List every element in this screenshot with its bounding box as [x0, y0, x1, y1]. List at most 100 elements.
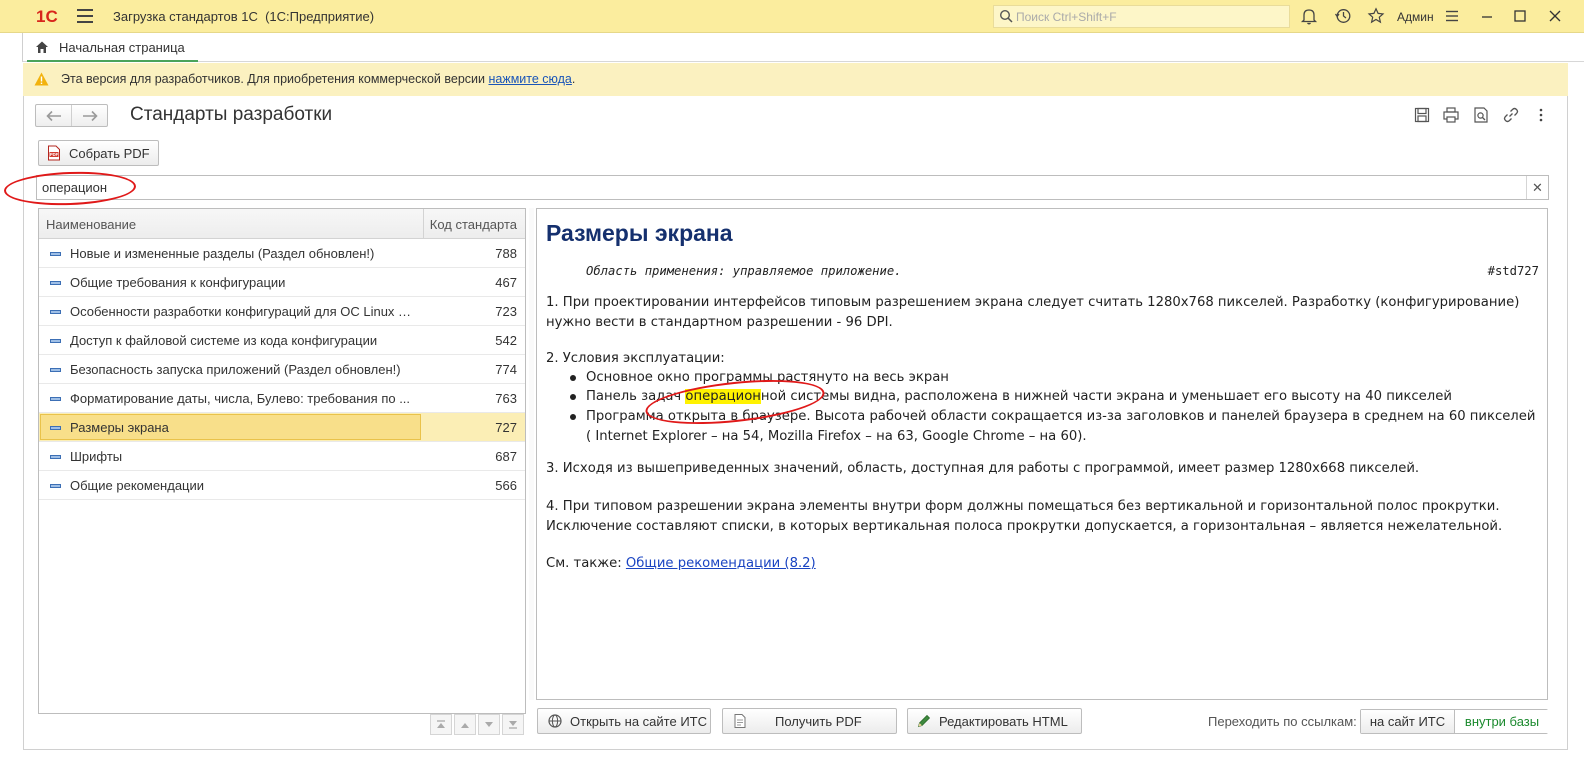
- scroll-top-icon[interactable]: [430, 714, 452, 735]
- arrow-right-icon: [83, 110, 98, 121]
- item-icon: [50, 484, 61, 488]
- list-row[interactable]: Форматирование даты, числа, Булево: треб…: [39, 384, 525, 413]
- row-code: 727: [495, 420, 517, 435]
- nav-buttons: [35, 104, 108, 127]
- column-name-header[interactable]: Наименование: [46, 217, 136, 232]
- back-button[interactable]: [36, 105, 72, 126]
- filter-input[interactable]: [42, 179, 1512, 196]
- warning-icon: [34, 72, 49, 86]
- tab-home[interactable]: Начальная страница: [27, 33, 198, 62]
- banner-text: Эта версия для разработчиков. Для приобр…: [61, 72, 575, 86]
- pdf-icon: PDF: [48, 145, 60, 161]
- row-code: 467: [495, 275, 517, 290]
- scroll-up-icon[interactable]: [454, 714, 476, 735]
- developer-version-banner: Эта версия для разработчиков. Для приобр…: [23, 63, 1568, 96]
- bullet-2-end: ной системы видна, расположена в нижней …: [760, 389, 1452, 404]
- see-also: См. также: Общие рекомендации (8.2): [546, 554, 1541, 574]
- list-row[interactable]: Новые и измененные разделы (Раздел обнов…: [39, 239, 525, 268]
- row-name: Общие рекомендации: [70, 478, 205, 493]
- edit-html-button[interactable]: Редактировать HTML: [907, 708, 1082, 734]
- list-row[interactable]: Шрифты 687: [39, 442, 525, 471]
- banner-message: Эта версия для разработчиков. Для приобр…: [61, 72, 489, 86]
- link-mode-switch: на сайт ИТС внутри базы: [1360, 709, 1548, 734]
- scroll-bottom-icon[interactable]: [502, 714, 524, 735]
- document-icon: [734, 714, 746, 728]
- paragraph-2: 2. Условия эксплуатации:: [546, 351, 725, 366]
- global-search-input[interactable]: [1016, 8, 1281, 25]
- row-code: 723: [495, 304, 517, 319]
- list-row[interactable]: Общие рекомендации 566: [39, 471, 525, 500]
- filter-field[interactable]: ✕: [36, 175, 1549, 200]
- pencil-icon: [917, 714, 931, 728]
- link-icon[interactable]: [1502, 106, 1520, 124]
- paragraph-1: 1. При проектировании интерфейсов типовы…: [546, 295, 1520, 330]
- list-row[interactable]: Общие требования к конфигурации 467: [39, 268, 525, 297]
- document-title: Размеры экрана: [546, 220, 733, 246]
- list-row-selected[interactable]: Размеры экрана 727: [39, 413, 525, 442]
- paragraph-3: 3. Исходя из вышеприведенных значений, о…: [546, 461, 1420, 476]
- minimize-icon[interactable]: [1478, 7, 1496, 25]
- bell-icon[interactable]: [1300, 7, 1318, 25]
- row-name: Шрифты: [70, 449, 123, 464]
- column-code-header[interactable]: Код стандарта: [430, 217, 517, 232]
- open-its-label: Открыть на сайте ИТС: [570, 713, 708, 729]
- get-pdf-button[interactable]: Получить PDF: [722, 708, 897, 734]
- collect-pdf-label: Собрать PDF: [69, 145, 150, 161]
- left-panel-strip: [0, 33, 22, 759]
- see-also-link[interactable]: Общие рекомендации (8.2): [626, 556, 816, 571]
- item-icon: [50, 281, 61, 285]
- maximize-icon[interactable]: [1511, 7, 1529, 25]
- print-icon[interactable]: [1442, 106, 1460, 124]
- goto-its-site-option[interactable]: на сайт ИТС: [1361, 710, 1455, 733]
- user-name[interactable]: Админ: [1397, 10, 1434, 24]
- global-search[interactable]: [993, 5, 1290, 28]
- logo-1c-icon: 1С: [36, 7, 58, 25]
- main-menu-icon[interactable]: [77, 9, 93, 23]
- goto-inside-base-option[interactable]: внутри базы: [1456, 710, 1548, 733]
- save-icon[interactable]: [1413, 106, 1431, 124]
- goto-links-label: Переходить по ссылкам:: [1208, 714, 1357, 729]
- list-row[interactable]: Безопасность запуска приложений (Раздел …: [39, 355, 525, 384]
- edit-html-label: Редактировать HTML: [939, 713, 1068, 729]
- arrow-left-icon: [45, 110, 61, 121]
- open-its-button[interactable]: Открыть на сайте ИТС: [537, 708, 711, 734]
- panel-splitter[interactable]: [529, 208, 534, 700]
- standards-list[interactable]: Наименование Код стандарта Новые и измен…: [38, 208, 526, 714]
- settings-menu-icon[interactable]: [1443, 7, 1461, 25]
- row-code: 566: [495, 478, 517, 493]
- buy-link[interactable]: нажмите сюда: [488, 72, 571, 86]
- row-name: Общие требования к конфигурации: [70, 275, 286, 290]
- row-name: Особенности разработки конфигураций для …: [70, 304, 418, 319]
- get-pdf-label: Получить PDF: [775, 713, 862, 729]
- clear-filter-icon[interactable]: ✕: [1526, 176, 1548, 199]
- svg-text:PDF: PDF: [50, 152, 59, 157]
- scroll-down-icon[interactable]: [478, 714, 500, 735]
- collect-pdf-button[interactable]: PDF Собрать PDF: [38, 140, 159, 166]
- search-icon: [999, 9, 1013, 23]
- window-title: Загрузка стандартов 1С (1С:Предприятие): [113, 9, 374, 24]
- item-icon: [50, 368, 61, 372]
- close-icon[interactable]: [1546, 7, 1564, 25]
- document-scope: Область применения: управляемое приложен…: [586, 264, 902, 278]
- item-icon: [50, 426, 61, 430]
- document-tag: #std727: [1487, 264, 1539, 278]
- globe-icon: [548, 714, 562, 728]
- favorites-star-icon[interactable]: [1367, 7, 1385, 25]
- standard-document: Размеры экрана Область применения: управ…: [536, 208, 1548, 700]
- title-bar: 1С Загрузка стандартов 1С (1С:Предприяти…: [0, 0, 1584, 33]
- item-icon: [50, 455, 61, 459]
- item-icon: [50, 339, 61, 343]
- list-row[interactable]: Особенности разработки конфигураций для …: [39, 297, 525, 326]
- forward-button[interactable]: [72, 105, 108, 126]
- row-name: Размеры экрана: [70, 420, 169, 435]
- history-icon[interactable]: [1334, 7, 1352, 25]
- list-row[interactable]: Доступ к файловой системе из кода конфиг…: [39, 326, 525, 355]
- tab-home-label: Начальная страница: [59, 40, 185, 55]
- see-also-label: См. также:: [546, 556, 626, 571]
- tab-bar: Начальная страница: [22, 33, 1584, 62]
- row-code: 774: [495, 362, 517, 377]
- preview-icon[interactable]: [1472, 106, 1490, 124]
- row-code: 788: [495, 246, 517, 261]
- more-options-icon[interactable]: [1532, 106, 1550, 124]
- row-name: Новые и измененные разделы (Раздел обнов…: [70, 246, 375, 261]
